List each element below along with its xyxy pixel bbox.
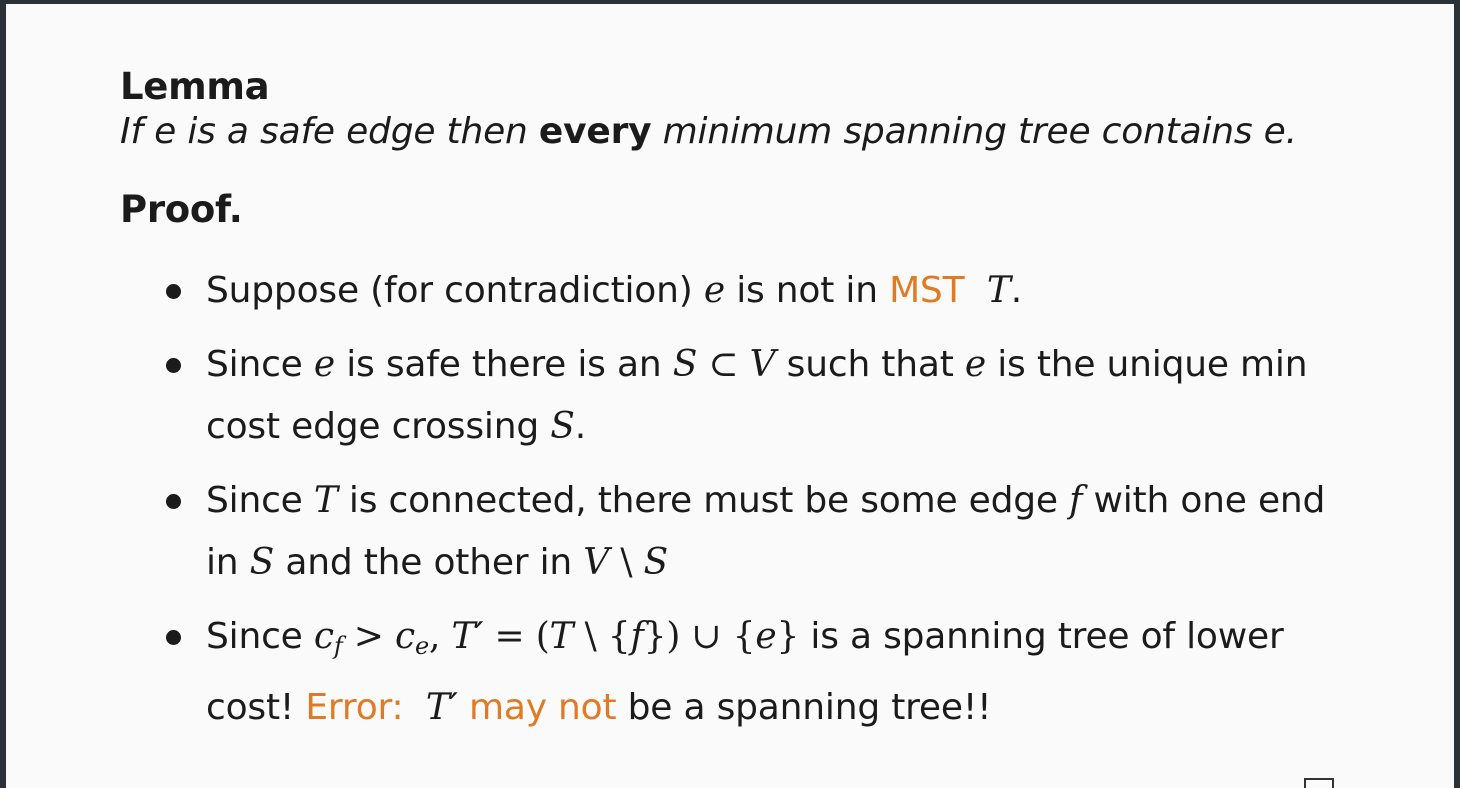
math-var: S (643, 542, 669, 583)
text: is connected, there must be some edge (337, 480, 1070, 521)
math-symbol: \ (609, 542, 644, 583)
text: such that (775, 344, 965, 385)
math-var: e (313, 344, 335, 385)
math-var: f (1069, 480, 1083, 521)
math-symbol: }) ∪ { (643, 616, 756, 657)
text: is safe there is an (334, 344, 673, 385)
highlight-may-not: may not (468, 687, 617, 728)
math-symbol: \ { (573, 616, 631, 657)
slide: Lemma If e is a safe edge then every min… (6, 4, 1454, 788)
math-var: c (313, 616, 334, 657)
math-var: S (249, 542, 275, 583)
proof-bullet: Since cf > ce, T′ = (T \ {f}) ∪ {e} is a… (166, 606, 1326, 739)
math-symbol: , (428, 616, 452, 657)
math-var: e (755, 616, 777, 657)
proof-bullet: Suppose (for contradiction) e is not in … (166, 260, 1326, 322)
text: . (1010, 270, 1022, 311)
math-var: T′ (425, 687, 458, 728)
math-var: e (964, 344, 986, 385)
slide-content: Lemma If e is a safe edge then every min… (120, 66, 1420, 751)
math-subscript: e (414, 632, 429, 660)
lemma-text: If e is a safe edge then (120, 111, 539, 152)
math-symbol: = ( (483, 616, 550, 657)
proof-bullet: Since e is safe there is an S ⊂ V such t… (166, 334, 1326, 458)
text: and the other in (274, 542, 584, 583)
math-var: c (394, 616, 415, 657)
text: Since (206, 480, 314, 521)
math-var: e (703, 270, 725, 311)
qed-box-icon (1304, 778, 1334, 788)
text: Since (206, 344, 314, 385)
math-var: V (749, 344, 776, 385)
text: is not in (724, 270, 890, 311)
math-symbol: > (342, 616, 395, 657)
math-var: T (986, 270, 1011, 311)
lemma-bold-word: every (538, 111, 652, 152)
math-var: T (313, 480, 338, 521)
lemma-text: minimum spanning tree contains e. (651, 111, 1297, 152)
proof-list: Suppose (for contradiction) e is not in … (120, 260, 1326, 739)
text: Since (206, 616, 314, 657)
highlight-error: Error: (305, 687, 404, 728)
math-symbol: ⊂ (697, 344, 750, 385)
lemma-statement: If e is a safe edge then every minimum s… (120, 108, 1420, 156)
math-var: f (630, 616, 644, 657)
highlight-mst: MST (889, 270, 965, 311)
text: Suppose (for contradiction) (206, 270, 704, 311)
math-var: S (550, 406, 575, 447)
proof-title: Proof. (120, 188, 243, 231)
math-var: V (583, 542, 610, 583)
math-var: S (672, 344, 698, 385)
text: be a spanning tree!! (616, 687, 992, 728)
lemma-title: Lemma (120, 65, 270, 108)
text: . (574, 406, 586, 447)
proof-bullet: Since T is connected, there must be some… (166, 470, 1326, 594)
math-subscript: f (333, 632, 343, 660)
math-var: T (549, 616, 574, 657)
math-symbol: } (776, 616, 800, 657)
math-var: T′ (451, 616, 484, 657)
